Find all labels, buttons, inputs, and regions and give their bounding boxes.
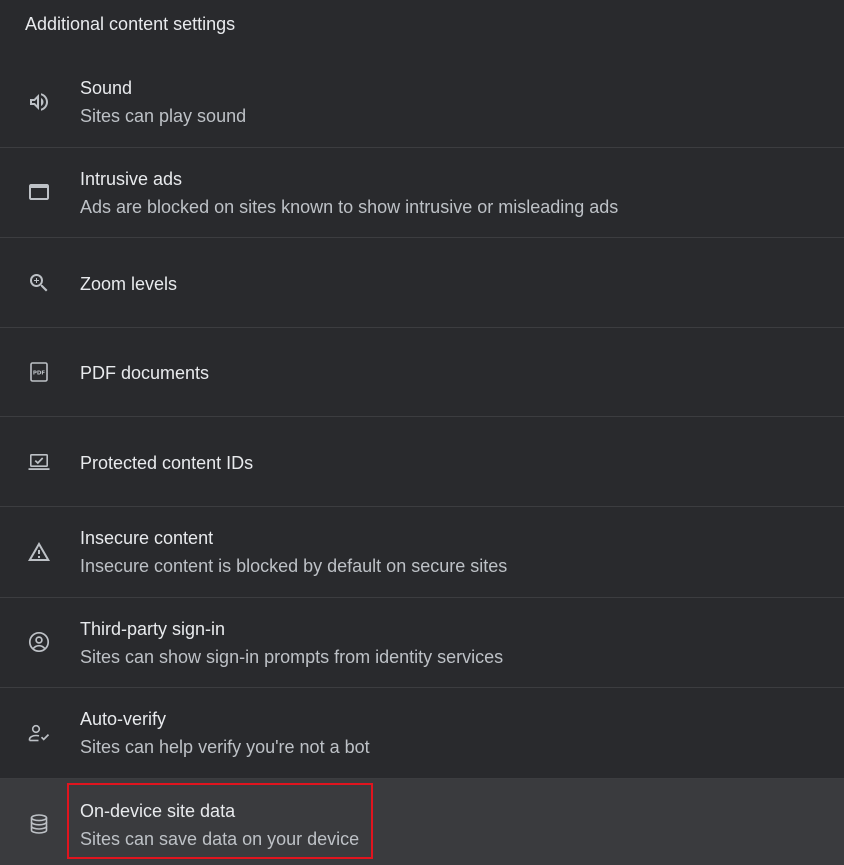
row-subtitle: Ads are blocked on sites known to show i… bbox=[80, 197, 619, 217]
row-title: Intrusive ads bbox=[80, 169, 183, 189]
row-title: Insecure content bbox=[80, 528, 214, 548]
row-subtitle: Sites can help verify you're not a bot bbox=[80, 737, 370, 757]
row-title: Zoom levels bbox=[80, 274, 178, 294]
row-title: Sound bbox=[80, 78, 133, 98]
settings-row-on-device-site-data[interactable]: On-device site data Sites can save data … bbox=[0, 779, 844, 865]
row-title: Third-party sign-in bbox=[80, 619, 226, 639]
svg-text:PDF: PDF bbox=[33, 371, 46, 377]
laptop-check-icon bbox=[27, 450, 51, 474]
speaker-icon bbox=[27, 90, 51, 114]
settings-row-pdf-documents[interactable]: PDF PDF documents bbox=[0, 328, 844, 417]
person-check-icon bbox=[27, 721, 51, 745]
row-subtitle: Sites can save data on your device bbox=[80, 829, 360, 849]
database-icon bbox=[27, 812, 51, 836]
settings-row-protected-content-ids[interactable]: Protected content IDs bbox=[0, 417, 844, 507]
row-title: PDF documents bbox=[80, 363, 210, 383]
settings-row-sound[interactable]: Sound Sites can play sound bbox=[0, 57, 844, 148]
settings-row-zoom-levels[interactable]: Zoom levels bbox=[0, 238, 844, 328]
section-title: Additional content settings bbox=[25, 14, 236, 34]
row-subtitle: Sites can play sound bbox=[80, 106, 247, 126]
settings-row-insecure-content[interactable]: Insecure content Insecure content is blo… bbox=[0, 507, 844, 598]
settings-row-intrusive-ads[interactable]: Intrusive ads Ads are blocked on sites k… bbox=[0, 148, 844, 238]
row-subtitle: Sites can show sign-in prompts from iden… bbox=[80, 647, 504, 667]
account-circle-icon bbox=[27, 630, 51, 654]
row-subtitle: Insecure content is blocked by default o… bbox=[80, 556, 508, 576]
row-title: Protected content IDs bbox=[80, 453, 254, 473]
content-settings-page: Additional content settings Sound Sites … bbox=[0, 0, 844, 865]
window-icon bbox=[27, 180, 51, 204]
zoom-in-icon bbox=[27, 271, 51, 295]
row-title: On-device site data bbox=[80, 801, 236, 821]
row-title: Auto-verify bbox=[80, 709, 167, 729]
pdf-icon: PDF bbox=[27, 360, 51, 384]
settings-row-third-party-sign-in[interactable]: Third-party sign-in Sites can show sign-… bbox=[0, 598, 844, 688]
settings-row-auto-verify[interactable]: Auto-verify Sites can help verify you're… bbox=[0, 688, 844, 779]
warning-icon bbox=[27, 540, 51, 564]
